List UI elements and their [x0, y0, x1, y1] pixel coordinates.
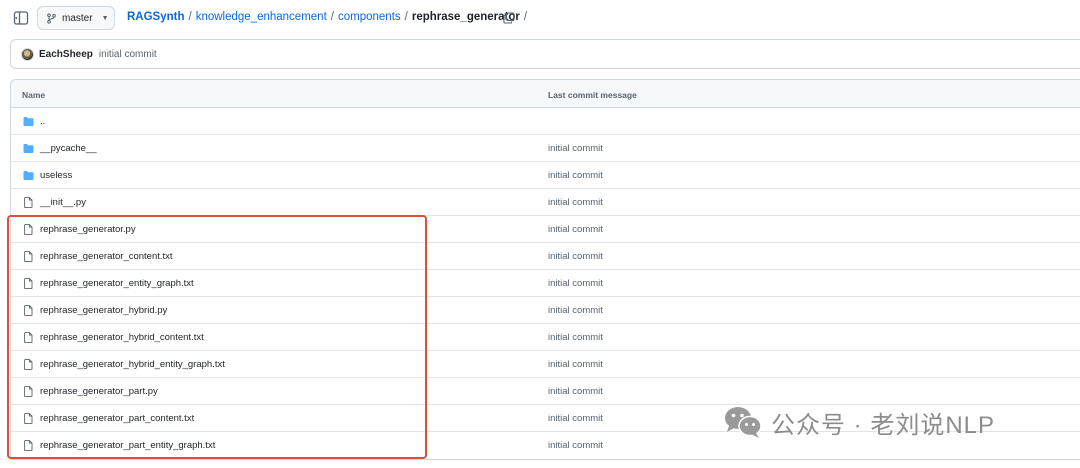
file-name-link[interactable]: rephrase_generator.py [40, 224, 136, 235]
table-row[interactable]: rephrase_generator_part.py initial commit [11, 378, 1080, 405]
commit-message-link[interactable]: initial commit [548, 224, 603, 235]
table-row[interactable]: .. [11, 108, 1080, 135]
repo-header: master ▼ RAGSynth / knowledge_enhancemen… [0, 0, 1080, 36]
branch-label: master [62, 12, 93, 24]
file-name-link[interactable]: rephrase_generator_hybrid.py [40, 305, 167, 316]
watermark: 公众号 · 老刘说NLP [723, 404, 995, 440]
file-icon [23, 386, 34, 398]
commit-message-link[interactable]: initial commit [99, 49, 157, 60]
avatar[interactable] [21, 47, 34, 61]
breadcrumb-separator: / [404, 11, 408, 23]
folder-icon [23, 143, 34, 154]
table-row[interactable]: __pycache__ initial commit [11, 135, 1080, 162]
watermark-text: 公众号 · 老刘说NLP [771, 411, 996, 439]
wechat-logo-icon [723, 404, 763, 440]
commit-author-link[interactable]: EachSheep [39, 49, 93, 60]
breadcrumb-knowledge-enhancement-link[interactable]: knowledge_enhancement [196, 11, 327, 23]
file-name-link[interactable]: rephrase_generator_part_content.txt [40, 413, 194, 424]
commit-message-link[interactable]: initial commit [548, 170, 603, 181]
breadcrumb-components-link[interactable]: components [338, 11, 401, 23]
commit-message-link[interactable]: initial commit [548, 386, 603, 397]
file-icon [23, 413, 34, 425]
file-name-link[interactable]: rephrase_generator_entity_graph.txt [40, 278, 194, 289]
table-row[interactable]: rephrase_generator_hybrid_content.txt ini… [11, 324, 1080, 351]
file-name-link[interactable]: __pycache__ [40, 143, 97, 154]
file-icon [23, 359, 34, 371]
commit-message-link[interactable]: initial commit [548, 305, 603, 316]
column-header-name: Name [22, 90, 46, 100]
file-name-link[interactable]: rephrase_generator_hybrid_entity_graph.t… [40, 359, 225, 370]
file-name-link[interactable]: rephrase_generator_part.py [40, 386, 158, 397]
sidebar-toggle-icon[interactable] [12, 9, 30, 27]
table-header: Name Last commit message [11, 80, 1080, 108]
file-table: Name Last commit message .. __pycache__ in… [10, 79, 1080, 460]
file-icon [23, 251, 34, 263]
table-row[interactable]: __init__.py initial commit [11, 189, 1080, 216]
git-branch-icon [46, 12, 57, 24]
file-icon [23, 197, 34, 209]
table-row[interactable]: useless initial commit [11, 162, 1080, 189]
file-name-link[interactable]: .. [40, 116, 45, 127]
file-name-link[interactable]: rephrase_generator_hybrid_content.txt [40, 332, 204, 343]
latest-commit-bar: EachSheep initial commit [10, 39, 1080, 69]
file-icon [23, 332, 34, 344]
commit-message-link[interactable]: initial commit [548, 197, 603, 208]
commit-message-link[interactable]: initial commit [548, 278, 603, 289]
column-header-message: Last commit message [548, 90, 637, 100]
copy-path-icon[interactable] [503, 11, 515, 24]
file-name-link[interactable]: rephrase_generator_part_entity_graph.txt [40, 440, 215, 451]
commit-message-link[interactable]: initial commit [548, 413, 603, 424]
folder-icon [23, 170, 34, 181]
commit-message-link[interactable]: initial commit [548, 143, 603, 154]
breadcrumb-separator: / [523, 11, 528, 23]
file-name-link[interactable]: __init__.py [40, 197, 86, 208]
table-row[interactable]: rephrase_generator.py initial commit [11, 216, 1080, 243]
chevron-down-icon: ▼ [101, 14, 109, 22]
branch-select-button[interactable]: master ▼ [37, 6, 115, 30]
breadcrumb-repo-link[interactable]: RAGSynth [127, 11, 185, 23]
commit-message-link[interactable]: initial commit [548, 359, 603, 370]
file-icon [23, 440, 34, 452]
table-row[interactable]: rephrase_generator_content.txt initial co… [11, 243, 1080, 270]
file-name-link[interactable]: rephrase_generator_content.txt [40, 251, 173, 262]
table-row[interactable]: rephrase_generator_hybrid_entity_graph.t… [11, 351, 1080, 378]
breadcrumb-separator: / [330, 11, 334, 23]
commit-message-link[interactable]: initial commit [548, 332, 603, 343]
table-row[interactable]: rephrase_generator_entity_graph.txt initi… [11, 270, 1080, 297]
table-row[interactable]: rephrase_generator_hybrid.py initial comm… [11, 297, 1080, 324]
breadcrumb: RAGSynth / knowledge_enhancement / compo… [127, 11, 531, 23]
file-icon [23, 224, 34, 236]
commit-message-link[interactable]: initial commit [548, 440, 603, 451]
commit-message-link[interactable]: initial commit [548, 251, 603, 262]
folder-icon [23, 116, 34, 127]
breadcrumb-separator: / [188, 11, 192, 23]
file-icon [23, 305, 34, 317]
file-name-link[interactable]: useless [40, 170, 72, 181]
file-icon [23, 278, 34, 290]
